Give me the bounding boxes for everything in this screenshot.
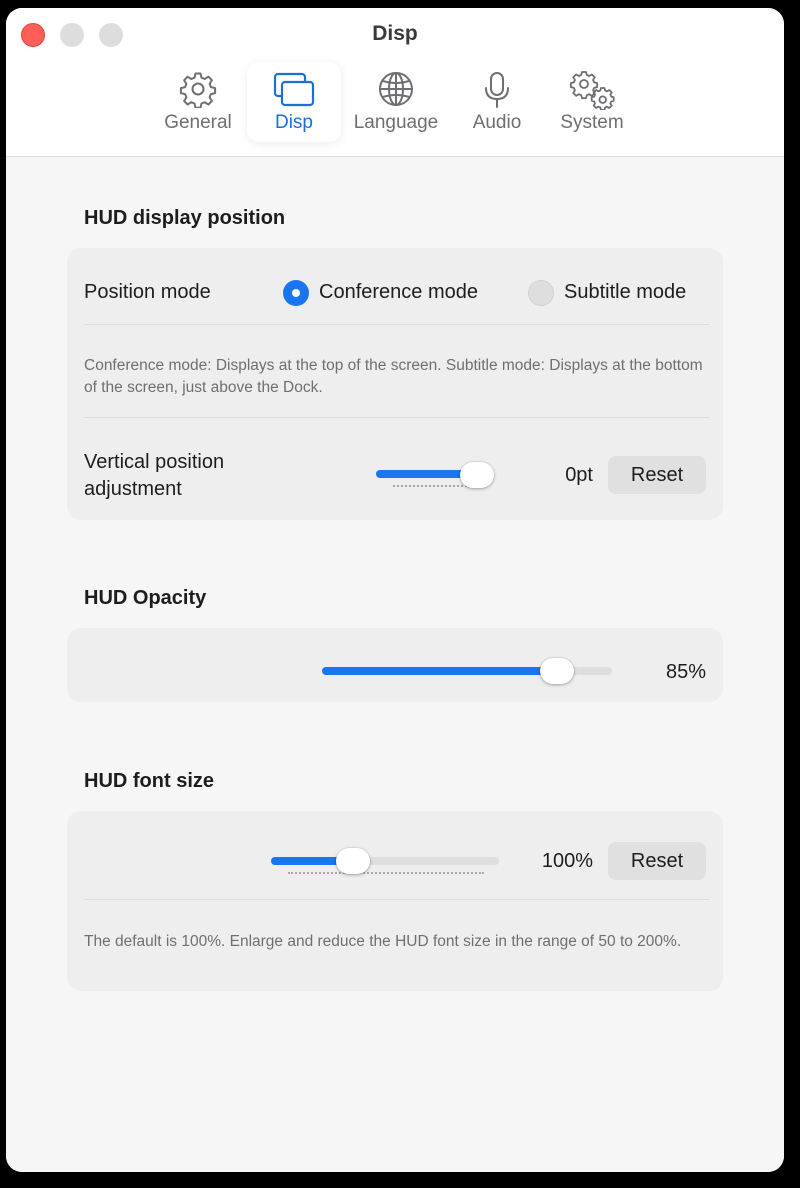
tab-system[interactable]: System [550,62,634,142]
settings-content: HUD display position Position mode Confe… [6,157,784,1172]
microphone-icon [480,70,514,116]
radio-conference-mode[interactable] [283,280,309,306]
gear-icon [179,70,217,114]
tab-general-label: General [164,112,232,133]
preferences-window: Disp General Disp Language Audio System … [6,8,784,1172]
gears-icon [568,70,616,116]
vertical-position-slider-thumb[interactable] [460,462,494,488]
tab-disp-label: Disp [274,112,313,133]
position-mode-label: Position mode [84,281,211,303]
font-size-value: 100% [541,850,593,872]
section-title-font-size: HUD font size [84,770,214,792]
font-size-description: The default is 100%. Enlarge and reduce … [84,933,682,950]
card-opacity: 85% [67,628,723,702]
card-position: Position mode Conference mode Subtitle m… [67,248,723,520]
subtitle-mode-label[interactable]: Subtitle mode [564,281,686,304]
reset-vertical-button[interactable]: Reset [608,456,706,494]
tab-general[interactable]: General [156,62,240,142]
tab-language[interactable]: Language [350,62,442,142]
card-font-size: 100% Reset The default is 100%. Enlarge … [67,811,723,991]
tab-system-label: System [560,112,624,133]
opacity-value: 85% [665,661,706,683]
position-description: Conference mode: Displays at the top of … [84,357,703,396]
divider [84,899,709,900]
section-title-position: HUD display position [84,207,286,229]
globe-icon [377,70,415,114]
tab-audio[interactable]: Audio [461,62,533,142]
divider [84,417,709,418]
tab-audio-label: Audio [472,112,522,133]
vertical-position-value: 0pt [565,464,593,486]
slider-tick-marks [288,872,484,876]
divider [84,324,709,325]
font-size-slider-track[interactable] [271,857,499,865]
section-title-opacity: HUD Opacity [84,587,207,609]
opacity-slider-fill [322,667,557,675]
opacity-slider-thumb[interactable] [539,658,574,684]
font-size-slider-thumb[interactable] [335,848,370,874]
tab-language-label: Language [353,112,439,133]
conference-mode-label[interactable]: Conference mode [319,281,478,304]
vertical-position-label: Vertical position adjustment [84,451,225,500]
window-title: Disp [372,22,418,45]
toolbar: Disp General Disp Language Audio System [6,8,784,157]
tab-disp[interactable]: Disp [247,62,341,142]
radio-subtitle-mode[interactable] [528,280,554,306]
reset-font-size-button[interactable]: Reset [608,842,706,880]
displays-icon [272,70,316,114]
